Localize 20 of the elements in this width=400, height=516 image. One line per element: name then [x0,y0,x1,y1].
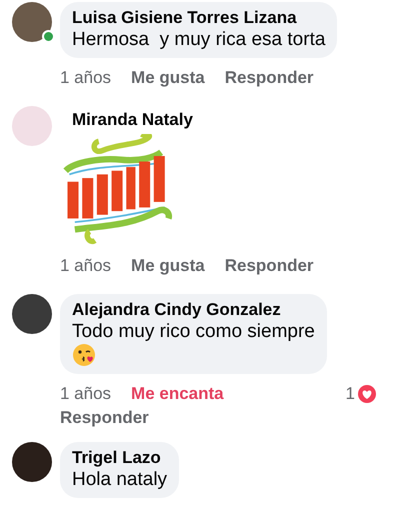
author-name: Luisa Gisiene Torres Lizana [72,8,298,28]
time-label: 1 años [60,68,112,88]
author-name: Miranda Nataly [72,110,193,130]
time-label: 1 años [60,256,112,276]
comment-text: Hermosa y muy rica esa torta [72,28,326,51]
comment-text: Todo muy rico como siempre [72,320,315,343]
reply-link[interactable]: Responder [224,68,314,88]
reply-link[interactable]: Responder [224,256,314,276]
avatar [12,442,52,482]
comment-text: Hola nataly [72,468,168,492]
author-name: Alejandra Cindy Gonzalez [72,300,282,320]
time-label: 1 años [60,384,112,404]
like-link[interactable]: Me gusta [131,68,205,88]
avatar [12,294,52,334]
reaction-count: 1 [346,384,355,404]
like-link[interactable]: Me gusta [131,256,205,276]
reply-link[interactable]: Responder [60,408,149,428]
author-name: Trigel Lazo [72,448,162,468]
avatar [12,106,52,146]
like-link[interactable]: Me encanta [131,384,224,404]
